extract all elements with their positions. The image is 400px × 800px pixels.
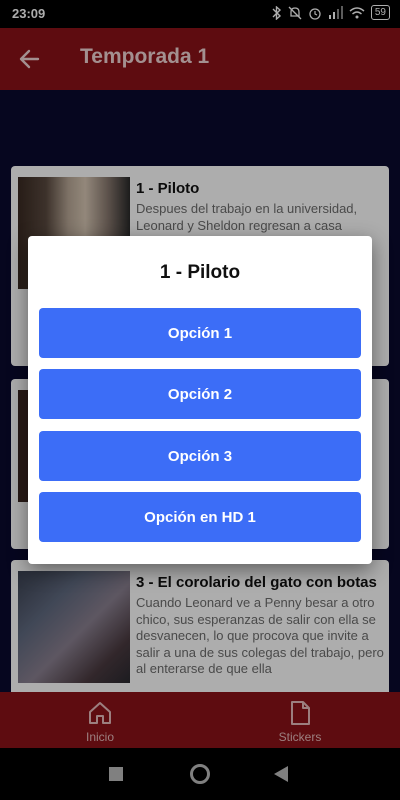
option-label: Opción 1: [167, 324, 233, 342]
dialog-title: 1 - Piloto: [159, 262, 241, 283]
option-label: Opción en HD 1: [144, 508, 256, 526]
option-label: Opción 3: [167, 447, 233, 465]
option-2-button[interactable]: Opción 2: [39, 369, 361, 419]
option-1-button[interactable]: Opción 1: [39, 308, 361, 358]
option-hd-1-button[interactable]: Opción en HD 1: [39, 492, 361, 542]
option-label: Opción 2: [167, 385, 233, 403]
option-3-button[interactable]: Opción 3: [39, 431, 361, 481]
options-dialog: 1 - Piloto Opción 1 Opción 2 Opción 3 Op…: [28, 236, 372, 564]
